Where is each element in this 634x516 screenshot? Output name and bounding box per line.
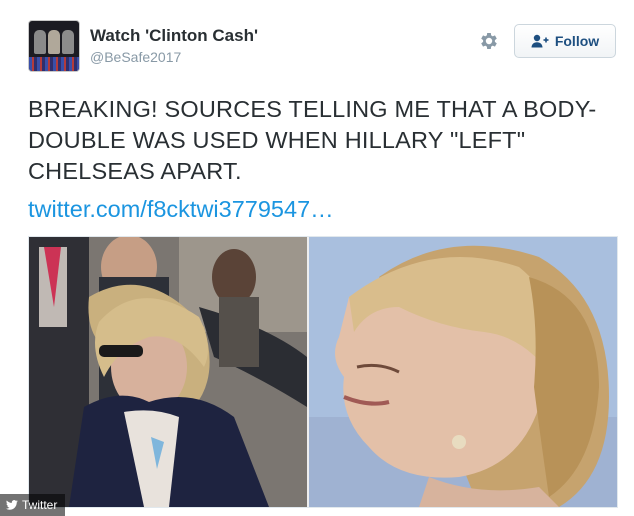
avatar-figure [34, 30, 46, 54]
tweet-link[interactable]: twitter.com/f8cktwi3779547… [28, 194, 334, 225]
display-name[interactable]: Watch 'Clinton Cash' [90, 26, 258, 46]
avatar-figure [62, 30, 74, 54]
user-avatar[interactable] [28, 20, 80, 72]
tweet-card: Watch 'Clinton Cash' @BeSafe2017 Follow … [0, 0, 634, 516]
left-photo[interactable] [29, 237, 307, 507]
right-photo[interactable] [309, 237, 617, 507]
follow-label: Follow [554, 33, 600, 49]
avatar-flag-band [29, 57, 79, 71]
twitter-watermark: Twitter [0, 494, 66, 516]
gear-icon[interactable] [478, 30, 500, 52]
user-handle[interactable]: @BeSafe2017 [90, 48, 258, 66]
tweet-text: BREAKING! SOURCES TELLING ME THAT A BODY… [28, 96, 597, 184]
follow-button[interactable]: Follow [514, 24, 616, 58]
tweet-media [28, 236, 618, 508]
right-photo-illustration [309, 237, 617, 507]
left-photo-illustration [29, 237, 307, 507]
user-names: Watch 'Clinton Cash' @BeSafe2017 [90, 26, 258, 66]
avatar-figure [48, 30, 60, 54]
twitter-bird-icon [6, 500, 18, 510]
watermark-label: Twitter [22, 498, 58, 512]
person-plus-icon [531, 34, 549, 48]
